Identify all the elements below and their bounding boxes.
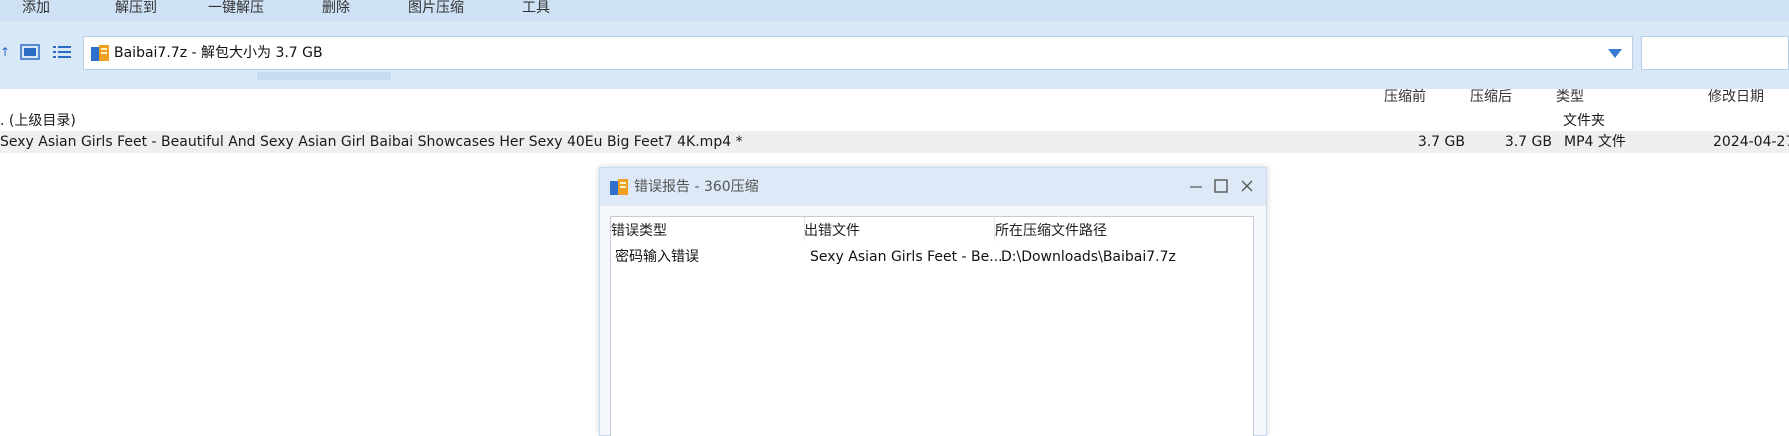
column-header-type[interactable]: 类型 [1556, 88, 1584, 106]
address-text: Baibai7.7z - 解包大小为 3.7 GB [114, 45, 323, 61]
header-archive-path[interactable]: 所在压缩文件路径 [995, 222, 1107, 240]
file-row-mp4[interactable]: Sexy Asian Girls Feet - Beautiful And Se… [0, 131, 1789, 153]
minimize-icon[interactable] [1186, 176, 1206, 196]
dialog-title-bar[interactable]: 错误报告 - 360压缩 [600, 168, 1266, 206]
file-type: MP4 文件 [1564, 134, 1626, 150]
error-file-cell: Sexy Asian Girls Feet - Be... [810, 249, 1003, 265]
column-header-packed[interactable]: 压缩前 [1384, 88, 1426, 106]
horizontal-scrollbar-thumb[interactable] [257, 72, 391, 80]
error-report-dialog: 错误报告 - 360压缩 错误类型 出错文件 所在压缩文件路径 密码输入错误 S… [599, 167, 1267, 436]
column-header-modified[interactable]: 修改日期 [1708, 88, 1764, 106]
file-name: . (上级目录) [0, 113, 76, 129]
header-error-file[interactable]: 出错文件 [804, 222, 860, 240]
toolbar-add-button[interactable]: 添加 [22, 0, 50, 18]
error-list: 错误类型 出错文件 所在压缩文件路径 密码输入错误 Sexy Asian Gir… [610, 216, 1254, 436]
close-icon[interactable] [1237, 176, 1257, 196]
file-unpacked-size: 3.7 GB [1504, 134, 1552, 150]
address-dropdown-icon[interactable] [1608, 49, 1622, 58]
thumbnail-view-icon[interactable] [20, 44, 40, 60]
toolbar-one-click-extract-button[interactable]: 一键解压 [208, 0, 264, 18]
error-type-cell: 密码输入错误 [615, 249, 699, 265]
dialog-title: 错误报告 - 360压缩 [634, 179, 759, 195]
toolbar-image-compress-button[interactable]: 图片压缩 [408, 0, 464, 18]
toolbar-extract-to-button[interactable]: 解压到 [115, 0, 157, 18]
up-arrow-icon[interactable]: ↑ [0, 45, 10, 59]
address-field[interactable]: Baibai7.7z - 解包大小为 3.7 GB [83, 36, 1633, 70]
maximize-icon[interactable] [1211, 176, 1231, 196]
list-view-icon[interactable] [52, 44, 72, 60]
app-logo-icon [610, 179, 628, 195]
header-error-type[interactable]: 错误类型 [611, 222, 667, 240]
error-path-cell: D:\Downloads\Baibai7.7z [1001, 249, 1176, 265]
toolbar-delete-button[interactable]: 删除 [322, 0, 350, 18]
file-packed-size: 3.7 GB [1417, 134, 1465, 150]
toolbar-tools-button[interactable]: 工具 [522, 0, 550, 18]
file-row-parent-dir[interactable]: . (上级目录) 文件夹 [0, 110, 1789, 132]
search-input[interactable] [1641, 36, 1789, 70]
file-type: 文件夹 [1563, 113, 1605, 129]
column-header-unpacked[interactable]: 压缩后 [1470, 88, 1512, 106]
main-toolbar: 添加 解压到 一键解压 删除 图片压缩 工具 [0, 0, 1789, 21]
file-name: Sexy Asian Girls Feet - Beautiful And Se… [0, 134, 743, 150]
file-modified: 2024-04-27 [1713, 134, 1789, 150]
archive-file-icon [91, 45, 109, 61]
